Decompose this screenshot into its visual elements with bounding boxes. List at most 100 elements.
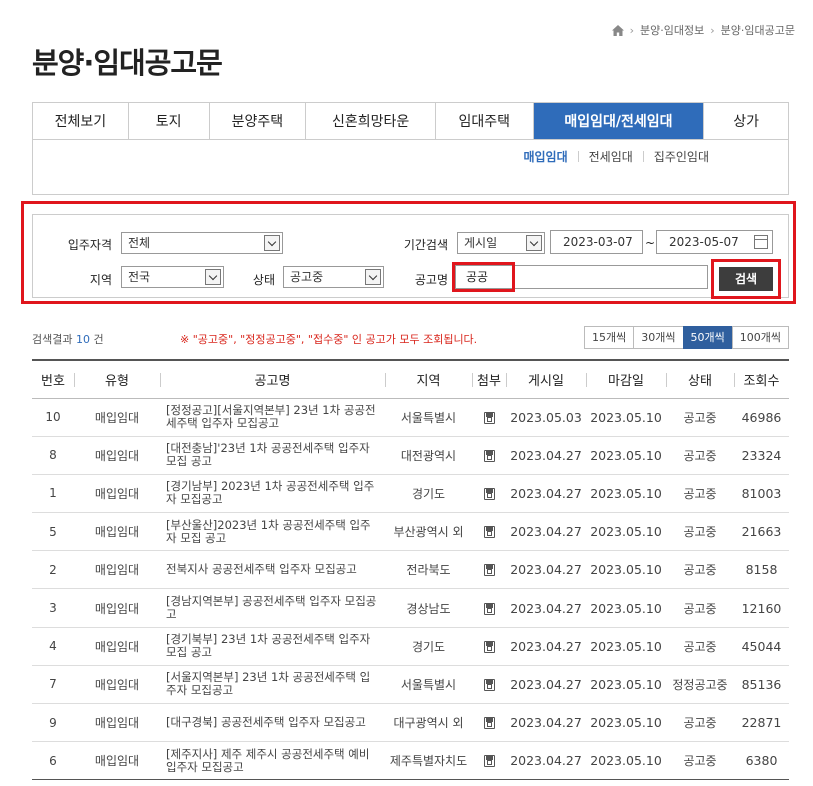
row-title-link[interactable]: [경기북부] 23년 1차 공공전세주택 입주자 모집 공고 bbox=[160, 627, 385, 665]
table-row[interactable]: 3 매입임대 [경남지역본부] 공공전세주택 입주자 모집공고 경상남도 2023.04… bbox=[32, 589, 789, 628]
table-row[interactable]: 7 매입임대 [서울지역본부] 23년 1차 공공전세주택 입주자 모집공고 서울특별… bbox=[32, 665, 789, 704]
breadcrumb-item[interactable]: 분양·임대정보 bbox=[640, 22, 704, 38]
row-attachment[interactable] bbox=[472, 742, 506, 780]
row-attachment[interactable] bbox=[472, 398, 506, 436]
row-title-link[interactable]: [정정공고][서울지역본부] 23년 1차 공공전세주택 입주자 모집공고 bbox=[160, 398, 385, 436]
date-to-input[interactable]: 2023-05-07 bbox=[656, 230, 773, 254]
home-icon[interactable] bbox=[611, 24, 624, 36]
row-region: 제주특별자치도 bbox=[389, 754, 468, 769]
file-icon[interactable] bbox=[483, 449, 495, 462]
row-number: 2 bbox=[49, 562, 57, 577]
row-title-link[interactable]: [경기남부] 2023년 1차 공공전세주택 입주자 모집공고 bbox=[160, 474, 385, 512]
table-row[interactable]: 2 매입임대 전북지사 공공전세주택 입주자 모집공고 전라북도 2023.04.27 2… bbox=[32, 551, 789, 589]
tab-commercial[interactable]: 상가 bbox=[704, 103, 788, 139]
period-type-value: 게시일 bbox=[464, 236, 498, 250]
tab-all[interactable]: 전체보기 bbox=[33, 103, 129, 139]
row-attachment[interactable] bbox=[472, 474, 506, 512]
row-title-link[interactable]: [대구경북] 공공전세주택 입주자 모집공고 bbox=[160, 704, 385, 742]
row-region: 경상남도 bbox=[406, 601, 451, 616]
per-page-30[interactable]: 30개씩 bbox=[633, 326, 684, 349]
tab-sale-housing[interactable]: 분양주택 bbox=[210, 103, 307, 139]
subtab-purchase-rental[interactable]: 매입임대 bbox=[513, 148, 577, 165]
file-icon[interactable] bbox=[483, 640, 495, 653]
date-from-input[interactable]: 2023-03-07 bbox=[550, 230, 643, 254]
row-views: 85136 bbox=[741, 676, 782, 692]
chevron-down-icon bbox=[365, 269, 381, 285]
row-region: 서울특별시 bbox=[400, 410, 457, 425]
region-select[interactable]: 전국 bbox=[121, 266, 224, 288]
tab-land[interactable]: 토지 bbox=[129, 103, 210, 139]
per-page-100[interactable]: 100개씩 bbox=[731, 326, 789, 349]
table-header-row: 번호 유형 공고명 지역 첨부 게시일 마감일 상태 조회수 bbox=[32, 360, 789, 398]
per-page-15[interactable]: 15개씩 bbox=[584, 326, 635, 349]
table-row[interactable]: 8 매입임대 [대전충남]'23년 1차 공공전세주택 입주자 모집 공고 대전광역시… bbox=[32, 436, 789, 475]
date-to-value: 2023-05-07 bbox=[669, 235, 739, 249]
row-title-link[interactable]: [대전충남]'23년 1차 공공전세주택 입주자 모집 공고 bbox=[160, 436, 385, 474]
row-title-link[interactable]: 전북지사 공공전세주택 입주자 모집공고 bbox=[160, 551, 385, 589]
breadcrumb-item[interactable]: 분양·임대공고문 bbox=[721, 22, 795, 38]
tab-rental-housing[interactable]: 임대주택 bbox=[436, 103, 534, 139]
search-button[interactable]: 검색 bbox=[719, 267, 773, 291]
file-icon[interactable] bbox=[483, 755, 495, 768]
file-icon[interactable] bbox=[483, 487, 495, 500]
tab-newlywed-town[interactable]: 신혼희망타운 bbox=[306, 103, 436, 139]
qualification-label: 입주자격 bbox=[67, 238, 112, 252]
notice-table: 번호 유형 공고명 지역 첨부 게시일 마감일 상태 조회수 10 매입임대 [정정… bbox=[32, 359, 789, 780]
notice-name-highlight bbox=[452, 262, 515, 292]
row-status: 공고중 bbox=[683, 639, 717, 654]
column-header-region: 지역 bbox=[385, 360, 472, 398]
table-row[interactable]: 4 매입임대 [경기북부] 23년 1차 공공전세주택 입주자 모집 공고 경기도 20… bbox=[32, 627, 789, 666]
search-notice: ※ "공고중", "정정공고중", "접수중" 인 공고가 모두 조회됩니다. bbox=[180, 333, 478, 346]
qualification-select[interactable]: 전체 bbox=[121, 232, 283, 254]
row-deadline-date: 2023.05.10 bbox=[590, 638, 662, 654]
row-title-link[interactable]: [부산울산]2023년 1차 공공전세주택 입주자 모집 공고 bbox=[160, 513, 385, 551]
table-row[interactable]: 6 매입임대 [제주지사] 제주 제주시 공공전세주택 예비입주자 모집공고 제주특별… bbox=[32, 742, 789, 780]
column-header-views: 조회수 bbox=[734, 360, 789, 398]
subtab-jeonse-rental[interactable]: 전세임대 bbox=[579, 148, 643, 165]
subtab-landlord-rental[interactable]: 집주인임대 bbox=[644, 148, 719, 165]
row-status: 공고중 bbox=[683, 410, 717, 425]
file-icon[interactable] bbox=[483, 602, 495, 615]
table-row[interactable]: 9 매입임대 [대구경북] 공공전세주택 입주자 모집공고 대구광역시 외 2023.0… bbox=[32, 704, 789, 742]
row-attachment[interactable] bbox=[472, 551, 506, 589]
row-number: 7 bbox=[49, 677, 57, 692]
row-region: 서울특별시 bbox=[400, 677, 457, 692]
file-icon[interactable] bbox=[483, 717, 495, 730]
row-type: 매입임대 bbox=[94, 716, 140, 731]
date-range-separator: ~ bbox=[645, 236, 656, 250]
column-header-title: 공고명 bbox=[160, 360, 385, 398]
calendar-icon[interactable] bbox=[754, 235, 768, 249]
file-icon[interactable] bbox=[483, 564, 495, 577]
table-row[interactable]: 5 매입임대 [부산울산]2023년 1차 공공전세주택 입주자 모집 공고 부산광역… bbox=[32, 513, 789, 551]
column-header-deadline: 마감일 bbox=[586, 360, 666, 398]
row-attachment[interactable] bbox=[472, 589, 506, 627]
subtabs: 매입임대 전세임대 집주인임대 bbox=[513, 148, 719, 165]
row-type: 매입임대 bbox=[94, 639, 140, 654]
status-value: 공고중 bbox=[290, 270, 324, 284]
row-attachment[interactable] bbox=[472, 704, 506, 742]
row-views: 45044 bbox=[741, 638, 782, 654]
row-number: 1 bbox=[49, 486, 57, 501]
table-row[interactable]: 1 매입임대 [경기남부] 2023년 1차 공공전세주택 입주자 모집공고 경기도 2… bbox=[32, 474, 789, 513]
row-attachment[interactable] bbox=[472, 513, 506, 551]
row-region: 경기도 bbox=[411, 639, 446, 654]
file-icon[interactable] bbox=[483, 526, 495, 539]
row-title-link[interactable]: [서울지역본부] 23년 1차 공공전세주택 입주자 모집공고 bbox=[160, 665, 385, 703]
row-attachment[interactable] bbox=[472, 665, 506, 703]
row-attachment[interactable] bbox=[472, 436, 506, 474]
row-type: 매입임대 bbox=[94, 448, 140, 463]
tab-purchase-jeonse-rental[interactable]: 매입임대/전세임대 bbox=[533, 103, 705, 139]
file-icon[interactable] bbox=[483, 678, 495, 691]
per-page-50[interactable]: 50개씩 bbox=[682, 326, 733, 349]
row-attachment[interactable] bbox=[472, 627, 506, 665]
status-select[interactable]: 공고중 bbox=[283, 266, 384, 288]
row-title-link[interactable]: [제주지사] 제주 제주시 공공전세주택 예비입주자 모집공고 bbox=[160, 742, 385, 780]
row-deadline-date: 2023.05.10 bbox=[590, 524, 662, 540]
file-icon[interactable] bbox=[483, 411, 495, 424]
row-number: 5 bbox=[49, 524, 57, 539]
period-type-select[interactable]: 게시일 bbox=[457, 232, 545, 254]
row-deadline-date: 2023.05.10 bbox=[590, 409, 662, 425]
region-label: 지역 bbox=[89, 273, 112, 287]
row-title-link[interactable]: [경남지역본부] 공공전세주택 입주자 모집공고 bbox=[160, 589, 385, 627]
table-row[interactable]: 10 매입임대 [정정공고][서울지역본부] 23년 1차 공공전세주택 입주자 모… bbox=[32, 398, 789, 437]
